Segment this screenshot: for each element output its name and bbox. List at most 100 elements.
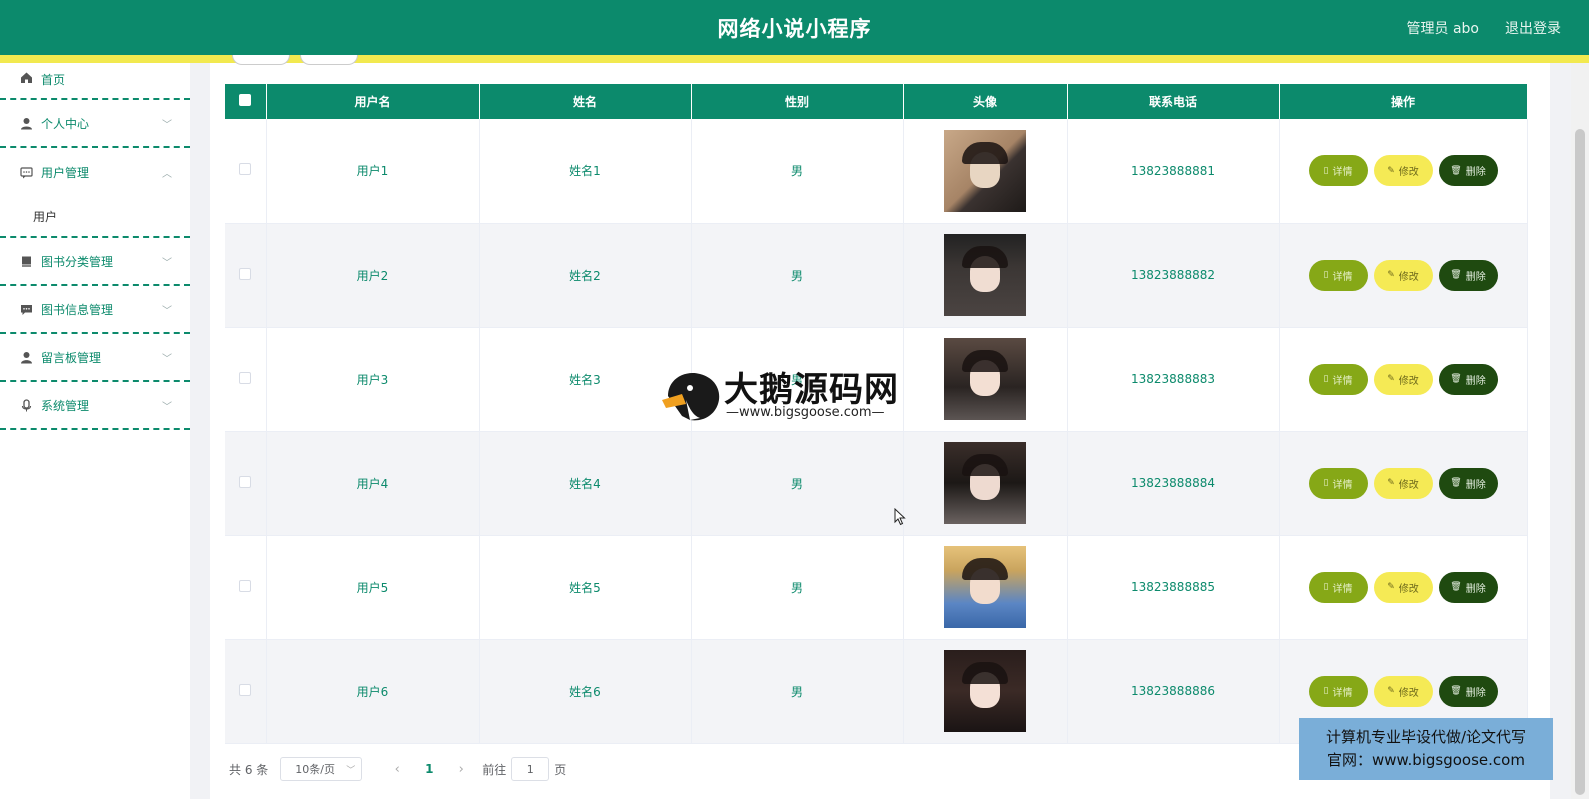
sidebar-subitem-user[interactable]: 用户 <box>0 196 190 238</box>
trash-icon: 🗑 <box>1450 374 1462 384</box>
row-checkbox[interactable] <box>239 683 252 696</box>
cell-phone: 13823888884 <box>1067 431 1280 536</box>
delete-label: 删除 <box>1465 479 1486 491</box>
edit-button[interactable]: ✎ 修改 <box>1373 259 1433 291</box>
goto-prefix: 前往 <box>482 762 507 777</box>
delete-button[interactable]: 🗑 删除 <box>1438 571 1498 603</box>
pencil-icon: ✎ <box>1387 270 1395 280</box>
edit-button[interactable]: ✎ 修改 <box>1373 155 1433 187</box>
pencil-icon: ✎ <box>1387 478 1395 488</box>
detail-button[interactable]: ▯ 详情 <box>1308 259 1368 291</box>
table-row[interactable]: 用户2 姓名2 男 13823888882 ▯ 详情 ✎ 修改 🗑 删除 <box>225 223 1528 328</box>
delete-button[interactable]: 🗑 删除 <box>1438 259 1498 291</box>
avatar-image[interactable] <box>944 129 1026 212</box>
edit-button[interactable]: ✎ 修改 <box>1373 571 1433 603</box>
page-scrollbar[interactable] <box>1571 63 1589 799</box>
promo-banner: 计算机专业毕设代做/论文代写 官网：www.bigsgoose.com <box>1299 718 1553 780</box>
page-size-select[interactable]: 10条/页 ﹀ <box>280 757 363 781</box>
cell-avatar <box>903 327 1068 432</box>
sidebar-item-user-management[interactable]: 用户管理 ︿ <box>0 148 190 196</box>
column-header-gender[interactable]: 性别 <box>691 84 904 119</box>
edit-label: 修改 <box>1398 479 1419 491</box>
delete-button[interactable]: 🗑 删除 <box>1438 467 1498 499</box>
row-select-cell[interactable] <box>225 327 267 432</box>
avatar-image[interactable] <box>944 650 1026 732</box>
watermark: 大鹅源码网 —www.bigsgoose.com— <box>660 362 910 424</box>
detail-button[interactable]: ▯ 详情 <box>1308 571 1368 603</box>
cell-gender: 男 <box>691 223 904 328</box>
cell-phone: 13823888882 <box>1067 223 1280 328</box>
row-checkbox[interactable] <box>239 579 252 592</box>
cell-gender: 男 <box>691 119 904 224</box>
edit-label: 修改 <box>1398 375 1419 387</box>
scrollbar-thumb[interactable] <box>1575 129 1585 795</box>
detail-button[interactable]: ▯ 详情 <box>1308 675 1368 707</box>
cell-phone: 13823888886 <box>1067 639 1280 744</box>
sidebar-item-label: 图书分类管理 <box>41 254 114 269</box>
delete-label: 删除 <box>1465 167 1486 179</box>
sidebar-item-system[interactable]: 系统管理 ﹀ <box>0 382 190 430</box>
pencil-icon: ✎ <box>1387 165 1395 176</box>
next-page-button[interactable]: › <box>446 762 476 777</box>
cell-actions: ▯ 详情 ✎ 修改 🗑 删除 <box>1279 327 1528 432</box>
delete-button[interactable]: 🗑 删除 <box>1438 363 1498 395</box>
select-all-header[interactable] <box>225 84 267 119</box>
chat-icon <box>20 166 33 179</box>
promo-line-2: 官网：www.bigsgoose.com <box>1327 751 1525 769</box>
prev-page-button[interactable]: ‹ <box>382 762 412 777</box>
cell-username: 用户1 <box>266 119 480 224</box>
sidebar-item-book-info[interactable]: 图书信息管理 ﹀ <box>0 286 190 334</box>
sidebar-item-book-category[interactable]: 图书分类管理 ﹀ <box>0 238 190 286</box>
sidebar-item-home[interactable]: 首页 <box>0 63 190 100</box>
mouse-cursor-icon <box>894 508 906 526</box>
avatar-image[interactable] <box>944 338 1026 420</box>
delete-button[interactable]: 🗑 删除 <box>1438 675 1498 707</box>
column-header-username[interactable]: 用户名 <box>266 84 480 119</box>
column-header-name[interactable]: 姓名 <box>479 84 692 119</box>
sidebar-item-label: 系统管理 <box>41 398 90 413</box>
edit-button[interactable]: ✎ 修改 <box>1373 675 1433 707</box>
row-checkbox[interactable] <box>239 267 252 280</box>
select-all-checkbox[interactable] <box>239 94 252 106</box>
column-header-phone[interactable]: 联系电话 <box>1067 84 1280 119</box>
message-icon <box>20 303 33 316</box>
document-icon: ▯ <box>1323 270 1329 280</box>
row-select-cell[interactable] <box>225 431 267 536</box>
delete-button[interactable]: 🗑 删除 <box>1438 155 1498 187</box>
row-checkbox[interactable] <box>239 371 252 384</box>
row-select-cell[interactable] <box>225 119 267 224</box>
goto-suffix: 页 <box>554 762 567 777</box>
avatar-image[interactable] <box>944 234 1026 316</box>
detail-button[interactable]: ▯ 详情 <box>1308 467 1368 499</box>
table-row[interactable]: 用户1 姓名1 男 13823888881 ▯ 详情 ✎ 修改 🗑 删除 <box>225 119 1528 224</box>
detail-button[interactable]: ▯ 详情 <box>1308 155 1368 187</box>
avatar-image[interactable] <box>944 546 1026 628</box>
row-select-cell[interactable] <box>225 535 267 640</box>
row-checkbox[interactable] <box>239 163 252 176</box>
sidebar-item-personal-center[interactable]: 个人中心 ﹀ <box>0 100 190 148</box>
sidebar-item-message-board[interactable]: 留言板管理 ﹀ <box>0 334 190 382</box>
chevron-up-icon: ︿ <box>162 169 172 180</box>
row-select-cell[interactable] <box>225 223 267 328</box>
document-icon: ▯ <box>1323 582 1329 592</box>
toolbar-button[interactable] <box>232 55 290 65</box>
sidebar-item-label: 用户管理 <box>41 165 90 180</box>
edit-button[interactable]: ✎ 修改 <box>1373 363 1433 395</box>
delete-label: 删除 <box>1465 271 1486 283</box>
logout-link[interactable]: 退出登录 <box>1505 18 1561 38</box>
row-checkbox[interactable] <box>239 475 252 488</box>
table-row[interactable]: 用户4 姓名4 男 13823888884 ▯ 详情 ✎ 修改 🗑 删除 <box>225 431 1528 536</box>
row-select-cell[interactable] <box>225 639 267 744</box>
sidebar-item-label: 图书信息管理 <box>41 302 114 317</box>
edit-button[interactable]: ✎ 修改 <box>1373 467 1433 499</box>
pagination: 共 6 条 10条/页 ﹀ ‹ 1 › 前往 页 <box>229 755 566 783</box>
avatar-image[interactable] <box>944 442 1026 524</box>
pencil-icon: ✎ <box>1387 686 1395 696</box>
detail-button[interactable]: ▯ 详情 <box>1308 363 1368 395</box>
cell-username: 用户6 <box>266 639 480 744</box>
toolbar-button[interactable] <box>300 55 358 65</box>
detail-label: 详情 <box>1332 583 1353 595</box>
goto-page-input[interactable] <box>511 757 550 781</box>
page-number-current[interactable]: 1 <box>412 762 446 776</box>
table-row[interactable]: 用户5 姓名5 男 13823888885 ▯ 详情 ✎ 修改 🗑 删除 <box>225 535 1528 640</box>
